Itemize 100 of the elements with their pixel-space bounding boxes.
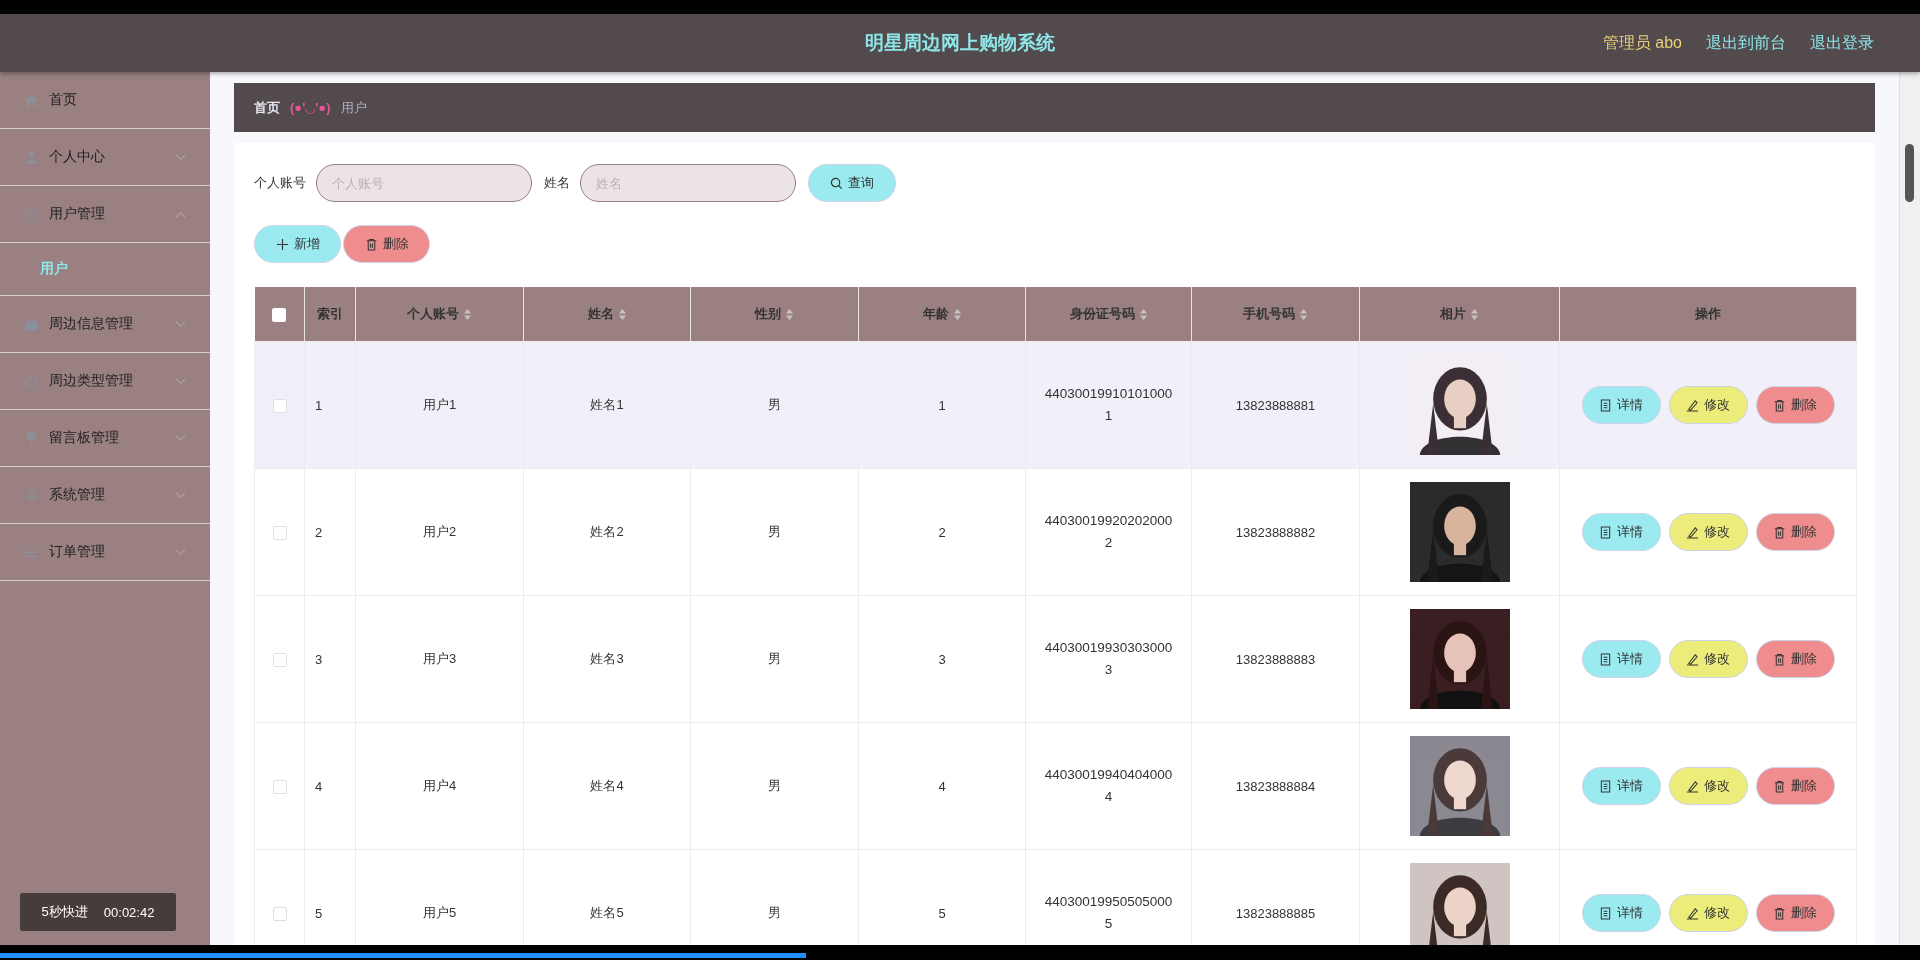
chevron-icon (175, 210, 186, 218)
sort-icon (952, 307, 962, 321)
select-all-checkbox[interactable] (272, 307, 287, 322)
sort-icon (463, 307, 472, 321)
table-cell: 用户2 (422, 524, 457, 539)
edit-button[interactable]: 修改 (1668, 513, 1748, 551)
sidebar-label: 周边信息管理 (49, 315, 134, 333)
chevron-icon (175, 548, 186, 556)
table-cell: 5 (315, 905, 323, 921)
chevron-icon (175, 153, 186, 161)
details-button[interactable]: 详情 (1581, 640, 1661, 678)
column-header[interactable]: 操作 (1559, 287, 1857, 342)
video-progress-bar[interactable] (0, 945, 1920, 960)
edit-button[interactable]: 修改 (1668, 767, 1748, 805)
sidebar-label: 个人中心 (49, 148, 106, 166)
plus-icon (275, 237, 289, 251)
details-button[interactable]: 详情 (1581, 767, 1661, 805)
table-cell: 13823888883 (1235, 651, 1316, 667)
sidebar-item[interactable]: 留言板管理 (0, 410, 210, 467)
crosshair-icon (24, 373, 39, 389)
sidebar-item[interactable]: 订单管理 (0, 524, 210, 581)
microphone-icon (24, 487, 39, 503)
scrollbar[interactable] (1899, 72, 1920, 945)
edit-button[interactable]: 修改 (1668, 640, 1748, 678)
header-link[interactable]: 退出到前台 (1706, 32, 1786, 54)
column-header[interactable]: 索引 (304, 287, 356, 342)
sidebar-item[interactable]: 用户管理 (0, 186, 210, 243)
sidebar-item[interactable]: 周边类型管理 (0, 353, 210, 410)
table-cell: 用户4 (422, 778, 457, 793)
row-checkbox[interactable] (272, 906, 287, 921)
field-label: 姓名 (544, 174, 570, 192)
pencil-icon (1686, 652, 1699, 666)
table-cell: 4 (315, 778, 323, 794)
trash-icon (1773, 398, 1786, 412)
table-cell: 4 (938, 778, 946, 794)
details-button[interactable]: 详情 (1581, 386, 1661, 424)
column-header[interactable]: 相片 (1359, 287, 1560, 342)
table-cell: 姓名5 (590, 905, 624, 920)
row-checkbox[interactable] (272, 398, 287, 413)
table-cell: 2 (938, 524, 946, 540)
edit-button[interactable]: 修改 (1668, 386, 1748, 424)
sidebar-label: 用户管理 (49, 205, 106, 223)
delete-button[interactable]: 删除 (1755, 640, 1835, 678)
sidebar-item[interactable]: 系统管理 (0, 467, 210, 524)
pencil-icon (1686, 906, 1699, 920)
sort-icon (785, 307, 794, 321)
delete-button[interactable]: 删除 (1755, 767, 1835, 805)
row-checkbox[interactable] (272, 779, 287, 794)
row-checkbox[interactable] (272, 525, 287, 540)
table-cell: 2 (315, 524, 323, 540)
table-cell-text: 440300199505050005 (1044, 893, 1173, 933)
table-cell: 男 (768, 524, 781, 539)
add-button[interactable]: 新增 (254, 225, 341, 263)
trash-icon (364, 237, 378, 251)
sidebar-item[interactable]: 首页 (0, 72, 210, 129)
sort-icon (1470, 307, 1479, 321)
document-icon (1599, 525, 1612, 539)
document-icon (1599, 652, 1612, 666)
table-cell: 13823888882 (1235, 524, 1316, 540)
column-header[interactable]: 年龄 (858, 287, 1026, 342)
edit-button[interactable]: 修改 (1668, 894, 1748, 932)
pencil-icon (1686, 398, 1699, 412)
delete-button[interactable]: 删除 (1755, 386, 1835, 424)
trash-icon (1773, 652, 1786, 666)
table-cell: 男 (768, 651, 781, 666)
table-cell: 1 (938, 397, 946, 413)
table-cell: 13823888881 (1235, 397, 1316, 413)
table-cell: 用户1 (422, 397, 457, 412)
table-cell: 5 (938, 905, 946, 921)
table-cell: 姓名4 (590, 778, 624, 793)
delete-button[interactable]: 删除 (1755, 513, 1835, 551)
sidebar-label: 周边类型管理 (49, 372, 134, 390)
column-header[interactable]: 姓名 (523, 287, 691, 342)
row-checkbox[interactable] (272, 652, 287, 667)
details-button[interactable]: 详情 (1581, 894, 1661, 932)
sidebar-label: 订单管理 (49, 543, 106, 561)
column-header[interactable]: 个人账号 (355, 287, 524, 342)
table-cell: 13823888884 (1235, 778, 1316, 794)
table-cell: 13823888885 (1235, 905, 1316, 921)
column-header[interactable]: 手机号码 (1191, 287, 1360, 342)
pin-icon (24, 430, 39, 446)
sidebar-item[interactable]: 个人中心 (0, 129, 210, 186)
home-icon (24, 92, 39, 108)
document-icon (1599, 779, 1612, 793)
details-button[interactable]: 详情 (1581, 513, 1661, 551)
sort-icon (1299, 307, 1308, 321)
sort-icon (617, 307, 627, 321)
search-button[interactable]: 查询 (808, 164, 896, 202)
delete-button[interactable]: 删除 (343, 225, 430, 263)
skip-label[interactable]: 5秒快进 (41, 903, 88, 921)
column-header[interactable]: 性别 (690, 287, 859, 342)
column-header[interactable]: 身份证号码 (1025, 287, 1192, 342)
playback-time: 00:02:42 (103, 904, 155, 920)
clock-icon (24, 206, 39, 222)
breadcrumb-link[interactable]: 首页 (254, 98, 280, 117)
delete-button[interactable]: 删除 (1755, 894, 1835, 932)
sidebar-label: 留言板管理 (49, 429, 120, 447)
header-link[interactable]: 退出登录 (1810, 32, 1874, 54)
sidebar-item[interactable]: 周边信息管理 (0, 296, 210, 353)
briefcase-icon (24, 316, 39, 332)
